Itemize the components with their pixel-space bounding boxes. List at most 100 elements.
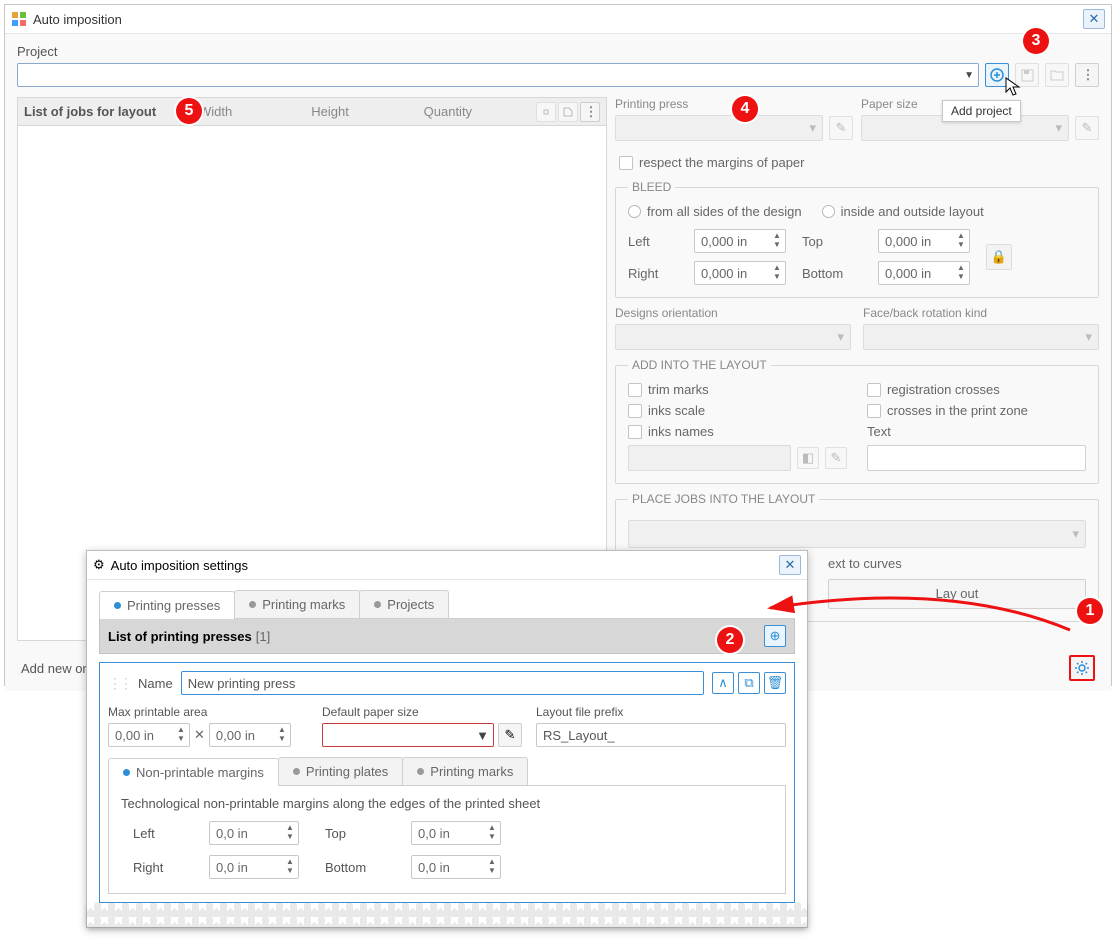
inks-names-input[interactable]: [628, 445, 791, 471]
chevron-down-icon: ▼: [964, 70, 974, 81]
add-press-button[interactable]: ⊕: [764, 625, 786, 647]
bleed-bottom-label: Bottom: [802, 266, 862, 281]
grip-icon[interactable]: ⋮⋮: [108, 675, 130, 692]
settings-button[interactable]: [1069, 655, 1095, 681]
bleed-allsides-radio[interactable]: [628, 205, 641, 218]
project-select[interactable]: ▼: [17, 63, 979, 87]
trim-marks-checkbox[interactable]: [628, 383, 642, 397]
subtab-non-printable-margins[interactable]: Non-printable margins: [108, 758, 279, 786]
bleed-bottom-input[interactable]: 0,000 in▲▼: [878, 261, 970, 285]
press-subtabs: Non-printable margins Printing plates Pr…: [108, 757, 786, 786]
inks-names-label: inks names: [648, 424, 714, 439]
x-separator: ✕: [194, 727, 205, 743]
duplicate-press-button[interactable]: ⧉: [738, 672, 760, 694]
respect-margins-label: respect the margins of paper: [639, 155, 804, 170]
settings-window: ⚙ Auto imposition settings ✕ Printing pr…: [86, 550, 808, 928]
delete-press-button[interactable]: 🗑: [764, 672, 786, 694]
margin-left-input[interactable]: 0,0 in▲▼: [209, 821, 299, 845]
bleed-fieldset: BLEED from all sides of the design insid…: [615, 180, 1099, 298]
inks-scale-checkbox[interactable]: [628, 404, 642, 418]
faceback-select[interactable]: ▾: [863, 324, 1099, 350]
bleed-top-input[interactable]: 0,000 in▲▼: [878, 229, 970, 253]
jobs-menu-button[interactable]: ⋮: [580, 102, 600, 122]
annotation-badge-4: 4: [732, 96, 758, 122]
faceback-label: Face/back rotation kind: [863, 306, 1099, 320]
layout-text-input[interactable]: [867, 445, 1086, 471]
designs-orient-label: Designs orientation: [615, 306, 851, 320]
chevron-down-icon: ▾: [809, 120, 816, 136]
bleed-legend: BLEED: [628, 180, 675, 194]
max-area-label: Max printable area: [108, 705, 308, 719]
margin-bottom-label: Bottom: [325, 860, 385, 875]
annotation-badge-1: 1: [1077, 598, 1103, 624]
presses-header-text: List of printing presses: [108, 629, 252, 644]
settings-close-button[interactable]: ✕: [779, 555, 801, 575]
prefix-label: Layout file prefix: [536, 705, 786, 719]
tab-projects[interactable]: Projects: [359, 590, 449, 618]
collapse-press-button[interactable]: ∧: [712, 672, 734, 694]
max-height-input[interactable]: 0,00 in▲▼: [209, 723, 291, 747]
project-menu-button[interactable]: ⋮: [1075, 63, 1099, 87]
trim-marks-label: trim marks: [648, 382, 709, 397]
text-to-curves-label: ext to curves: [828, 556, 1086, 571]
presses-count: [1]: [256, 629, 270, 644]
edit-paper-button: ✎: [1075, 116, 1099, 140]
margin-right-input[interactable]: 0,0 in▲▼: [209, 855, 299, 879]
inks-scale-label: inks scale: [648, 403, 705, 418]
export-icon: [558, 102, 578, 122]
margin-left-label: Left: [133, 826, 183, 841]
subtab-printing-plates[interactable]: Printing plates: [278, 757, 403, 785]
settings-titlebar: ⚙ Auto imposition settings ✕: [87, 551, 807, 580]
torn-edge-decoration: [87, 903, 807, 927]
bleed-inout-label: inside and outside layout: [841, 204, 984, 219]
project-row: ▼ ⋮: [17, 63, 1099, 87]
edit-press-button: ✎: [829, 116, 853, 140]
bleed-right-input[interactable]: 0,000 in▲▼: [694, 261, 786, 285]
designs-orient-select[interactable]: ▾: [615, 324, 851, 350]
annotation-badge-2: 2: [717, 627, 743, 653]
place-jobs-select[interactable]: ▾: [628, 520, 1086, 548]
gear-icon: ⚙: [93, 557, 105, 573]
settings-title: Auto imposition settings: [111, 558, 248, 573]
col-width: Width: [199, 104, 303, 119]
tab-printing-presses[interactable]: Printing presses: [99, 591, 235, 619]
subtab-printing-marks[interactable]: Printing marks: [402, 757, 528, 785]
default-paper-label: Default paper size: [322, 705, 522, 719]
chevron-down-icon: ▾: [837, 329, 844, 345]
open-folder-button: [1045, 63, 1069, 87]
chevron-down-icon: ▾: [1055, 120, 1062, 136]
add-project-tooltip: Add project: [942, 100, 1021, 122]
edit-default-paper-button[interactable]: ✎: [498, 723, 522, 747]
prefix-input[interactable]: [536, 723, 786, 747]
margin-bottom-input[interactable]: 0,0 in▲▼: [411, 855, 501, 879]
app-icon: [11, 11, 27, 27]
inks-edit-button: ✎: [825, 447, 847, 469]
default-paper-select[interactable]: ▼: [322, 723, 494, 747]
respect-margins-checkbox[interactable]: [619, 156, 633, 170]
reg-crosses-checkbox[interactable]: [867, 383, 881, 397]
inks-icon1: ◧: [797, 447, 819, 469]
bleed-left-input[interactable]: 0,000 in▲▼: [694, 229, 786, 253]
margin-right-label: Right: [133, 860, 183, 875]
bleed-lock-button[interactable]: 🔒: [986, 244, 1012, 270]
jobs-header-title: List of jobs for layout: [24, 104, 191, 119]
addinto-fieldset: ADD INTO THE LAYOUT trim marks registrat…: [615, 358, 1099, 484]
bleed-inout-radio[interactable]: [822, 205, 835, 218]
margin-top-input[interactable]: 0,0 in▲▼: [411, 821, 501, 845]
max-width-input[interactable]: 0,00 in▲▼: [108, 723, 190, 747]
vertical-dots-icon: ⋮: [584, 104, 595, 120]
crosses-zone-checkbox[interactable]: [867, 404, 881, 418]
inks-names-checkbox[interactable]: [628, 425, 642, 439]
layout-button[interactable]: Lay out: [828, 579, 1086, 609]
margins-panel: Technological non-printable margins alon…: [108, 786, 786, 894]
link-icon: [536, 102, 556, 122]
press-name-input[interactable]: [181, 671, 704, 695]
tab-printing-marks[interactable]: Printing marks: [234, 590, 360, 618]
col-quantity: Quantity: [424, 104, 528, 119]
bleed-right-label: Right: [628, 266, 678, 281]
close-button[interactable]: ✕: [1083, 9, 1105, 29]
crosses-zone-label: crosses in the print zone: [887, 403, 1028, 418]
printing-press-select[interactable]: ▾: [615, 115, 823, 141]
placejobs-legend: PLACE JOBS INTO THE LAYOUT: [628, 492, 819, 506]
chevron-down-icon: ▼: [476, 728, 489, 743]
